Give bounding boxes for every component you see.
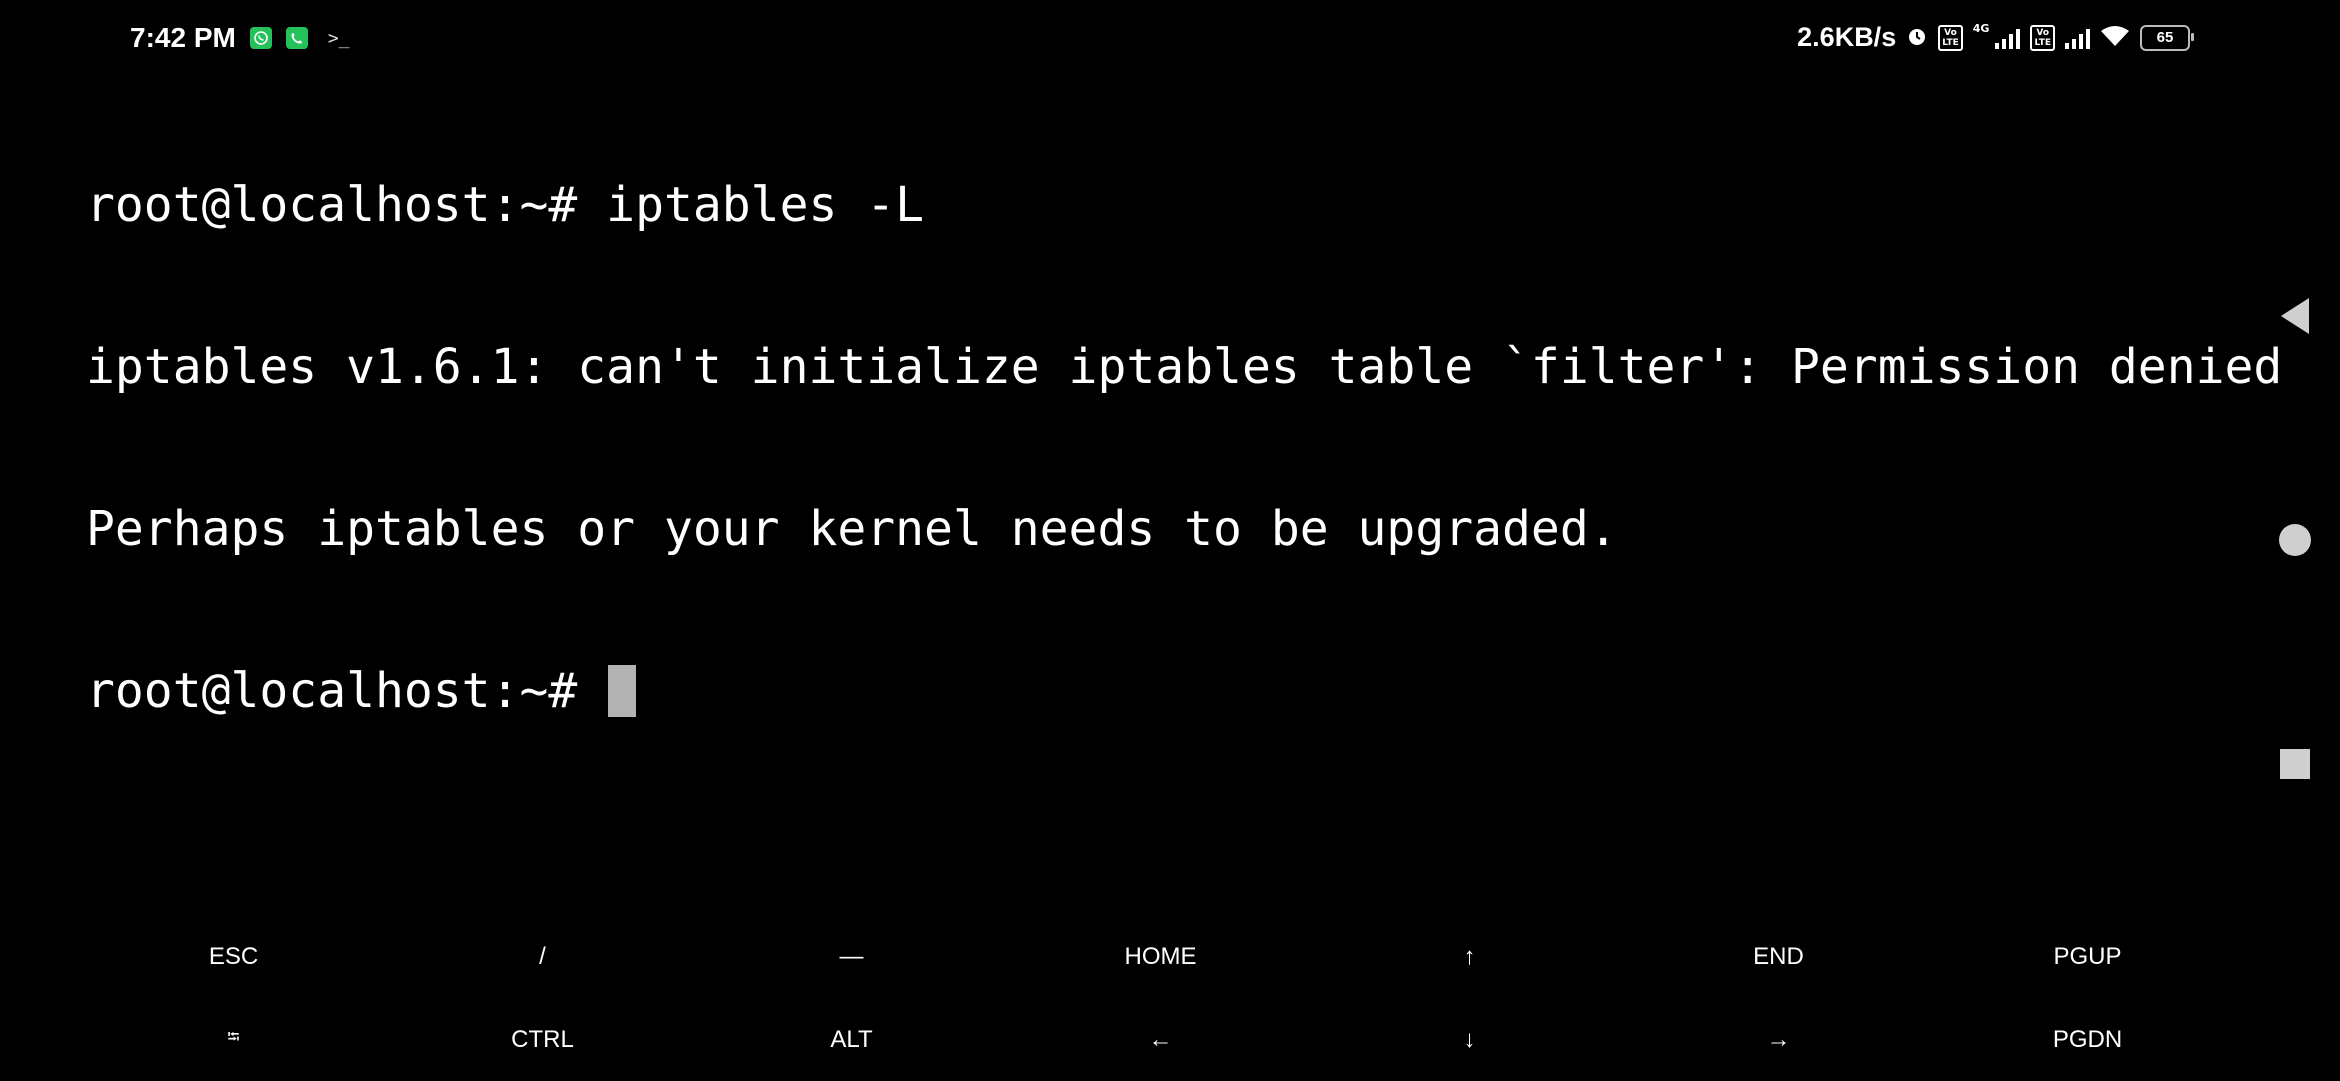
signal-icon-2 <box>2065 27 2090 49</box>
pgdn-key[interactable]: PGDN <box>1933 998 2242 1081</box>
dash-key[interactable]: — <box>697 915 1006 998</box>
network-speed: 2.6KB/s <box>1797 22 1897 52</box>
wifi-icon <box>2100 24 2130 52</box>
terminal-icon: >_ <box>327 27 350 49</box>
esc-key[interactable]: ESC <box>79 915 388 998</box>
phone-icon <box>285 27 308 49</box>
status-right: 2.6KB/s Vo LTE 4G Vo LTE 65 <box>1797 22 2194 53</box>
clock: 7:42 PM <box>130 22 236 53</box>
signal-icon <box>1995 27 2021 49</box>
terminal-prompt: root@localhost:~# <box>86 663 607 719</box>
extra-keys-bar: ESC / — HOME ↑ END PGUP ⭾ CTRL ALT ← ↓ →… <box>0 915 2340 1080</box>
alt-key[interactable]: ALT <box>697 998 1006 1081</box>
back-icon[interactable] <box>2260 296 2330 336</box>
pgup-key[interactable]: PGUP <box>1933 915 2242 998</box>
alarm-icon <box>1906 25 1928 51</box>
status-bar: 7:42 PM >_ 2.6KB/s Vo LTE 4G Vo LTE 65 <box>0 0 2340 80</box>
home-key[interactable]: HOME <box>1006 915 1315 998</box>
network-type: 4G <box>1972 22 1990 35</box>
home-icon[interactable] <box>2260 520 2330 560</box>
terminal-line: iptables v1.6.1: can't initialize iptabl… <box>86 339 2283 395</box>
terminal-line: Perhaps iptables or your kernel needs to… <box>86 501 1618 557</box>
left-arrow-key[interactable]: ← <box>1006 998 1315 1081</box>
battery-icon: 65 <box>2140 24 2194 51</box>
up-arrow-key[interactable]: ↑ <box>1315 915 1624 998</box>
volte-icon: Vo LTE <box>1938 24 1963 51</box>
whatsapp-icon <box>249 27 272 49</box>
tab-key[interactable]: ⭾ <box>79 998 388 1081</box>
terminal-output[interactable]: root@localhost:~# iptables -L iptables v… <box>86 70 2282 772</box>
terminal-line: root@localhost:~# iptables -L <box>86 177 925 233</box>
end-key[interactable]: END <box>1624 915 1933 998</box>
battery-level: 65 <box>2156 29 2174 46</box>
recents-icon[interactable] <box>2260 744 2330 784</box>
right-arrow-key[interactable]: → <box>1624 998 1933 1081</box>
volte-icon-2: Vo LTE <box>2030 24 2055 51</box>
extra-keys-row-1: ESC / — HOME ↑ END PGUP <box>0 915 2340 998</box>
ctrl-key[interactable]: CTRL <box>388 998 697 1081</box>
status-left: 7:42 PM >_ <box>130 22 350 54</box>
down-arrow-key[interactable]: ↓ <box>1315 998 1624 1081</box>
terminal-prompt-line: root@localhost:~# <box>86 664 2282 718</box>
extra-keys-row-2: ⭾ CTRL ALT ← ↓ → PGDN <box>0 998 2340 1081</box>
terminal-cursor <box>608 665 637 717</box>
slash-key[interactable]: / <box>388 915 697 998</box>
